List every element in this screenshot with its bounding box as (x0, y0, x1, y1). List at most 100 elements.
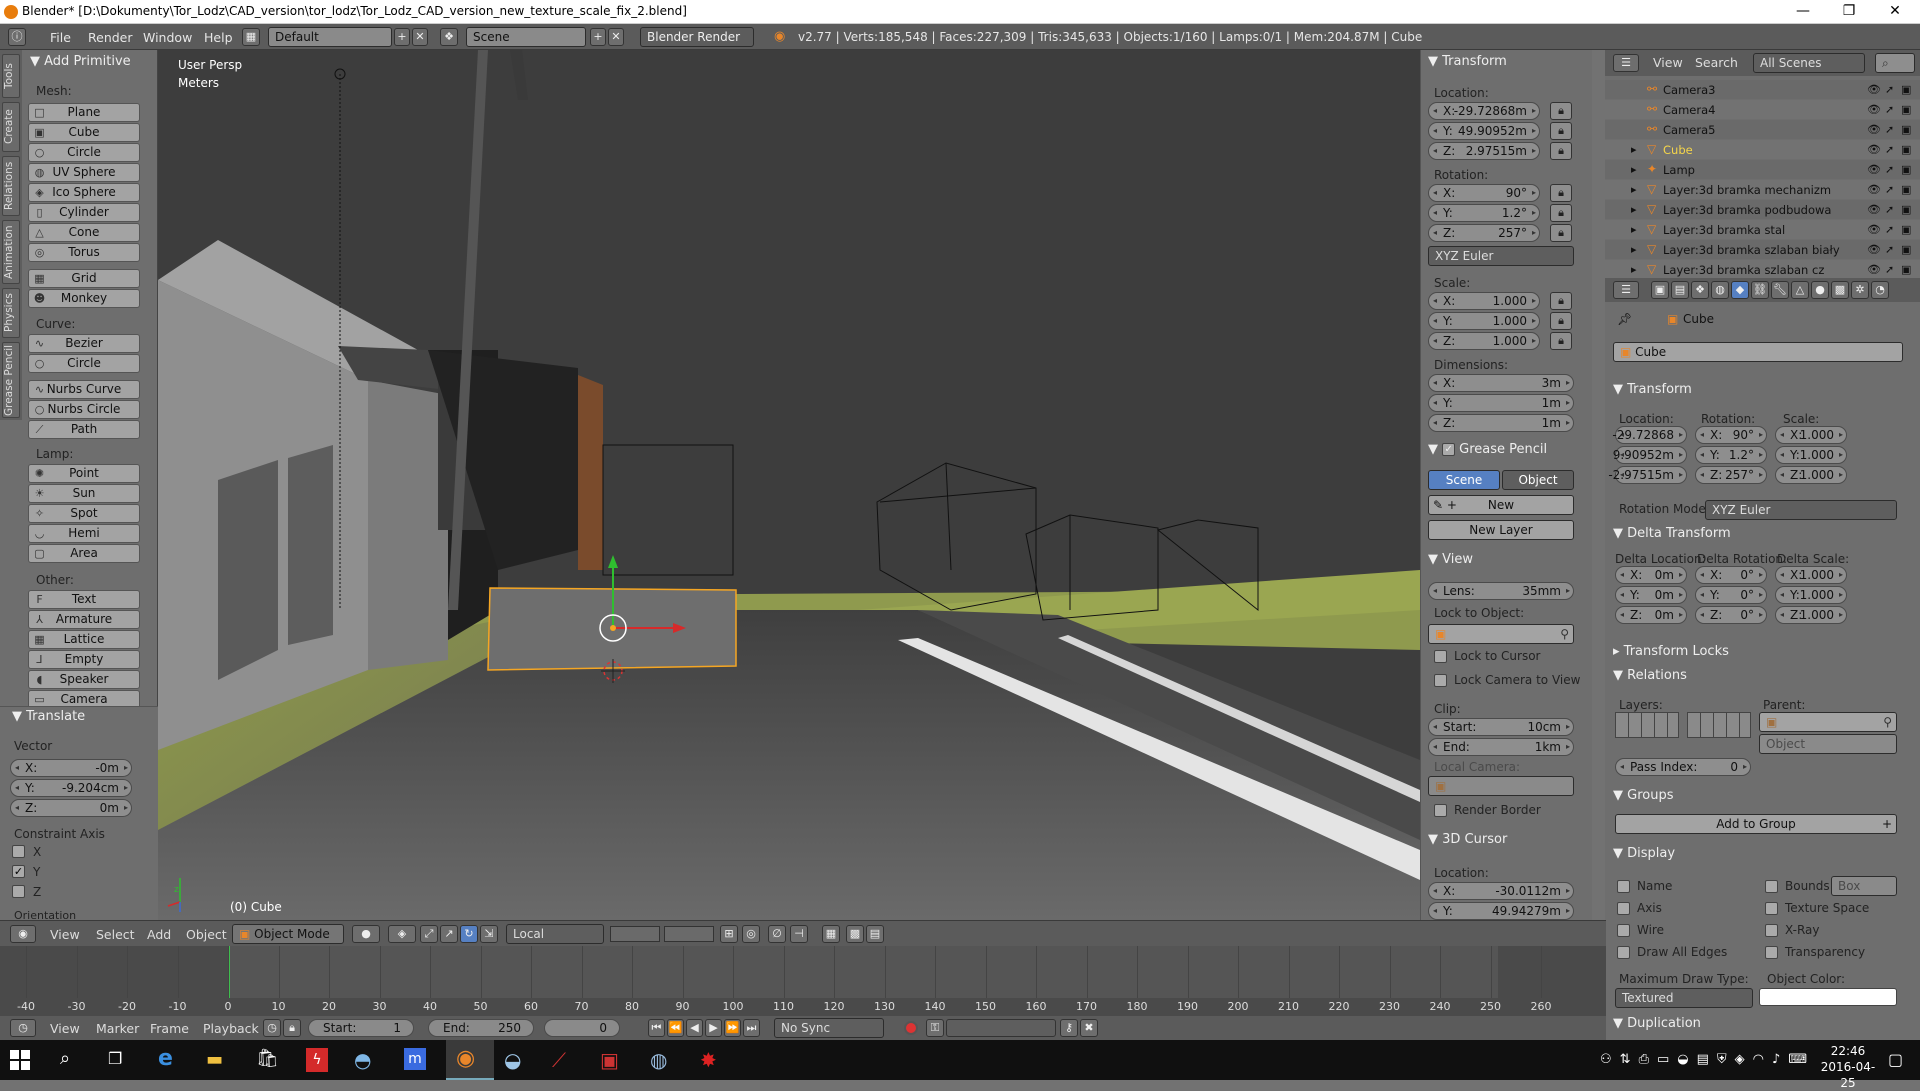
steam-tray-icon[interactable]: ◒ (1677, 1052, 1688, 1070)
visibility-eye-icon[interactable]: 👁︎ (1867, 83, 1881, 96)
obj-location-z-field[interactable]: ◂ -2.97515m ▸ (1608, 466, 1687, 484)
manipulator-toggle-icon[interactable]: ⤢ (420, 925, 438, 943)
mode-select[interactable]: ▣ Object Mode (232, 924, 344, 944)
other-armature-button[interactable]: ⅄ Armature (28, 610, 140, 629)
view-header[interactable]: ▼ View (1428, 552, 1473, 567)
delete-layout-icon[interactable]: ✕ (412, 28, 428, 46)
other-lattice-button[interactable]: ▦ Lattice (28, 630, 140, 649)
dimension-x-field[interactable]: ◂ X: 3m ▸ (1428, 374, 1574, 392)
next-keyframe-icon[interactable]: ⏩ (724, 1019, 741, 1037)
lock-rotation-z-icon[interactable]: 🔒︎ (1550, 224, 1572, 242)
local-camera-field[interactable]: ▣ (1428, 776, 1574, 796)
object-name-field[interactable]: ▣ Cube (1613, 342, 1903, 362)
grease-toggle-icon[interactable]: ▤ (866, 925, 884, 943)
outliner-view-menu[interactable]: View (1653, 55, 1683, 70)
display-xray-checkbox[interactable] (1765, 924, 1778, 937)
renderable-camera-icon[interactable]: ▣ (1901, 123, 1911, 136)
selectable-cursor-icon[interactable]: ➚ (1885, 123, 1894, 136)
parent-type-select[interactable]: Object (1759, 734, 1897, 754)
3d-cursor-header[interactable]: ▼ 3D Cursor (1428, 832, 1507, 847)
scale-y-field[interactable]: ◂ Y: 1.000 ▸ (1428, 312, 1540, 330)
delete-keyframe-icon[interactable]: ✖ (1080, 1019, 1098, 1037)
tab-tools[interactable]: Tools (2, 54, 20, 98)
obj-rotation-y-field[interactable]: ◂ Y: 1.2° ▸ (1695, 446, 1767, 464)
timeline-editor-icon[interactable]: ◷ (10, 1019, 36, 1037)
expand-icon[interactable]: ▸ (1631, 183, 1637, 196)
location-z-field[interactable]: ◂ Z: 2.97515m ▸ (1428, 142, 1540, 160)
constraint-x-checkbox[interactable] (12, 845, 25, 858)
snap-icon[interactable]: ∅ (768, 925, 786, 943)
editor-type-icon[interactable]: ⓘ (8, 28, 26, 46)
tab-grease-pencil[interactable]: Grease Pencil (2, 342, 20, 418)
expand-icon[interactable]: ▸ (1631, 143, 1637, 156)
viewport-shading-icon[interactable]: ● (352, 925, 380, 943)
lock-location-z-icon[interactable]: 🔒︎ (1550, 142, 1572, 160)
outliner-row[interactable]: ⚯ Camera4 👁︎ ➚ ▣ (1605, 100, 1920, 119)
object-menu[interactable]: Object (186, 927, 227, 942)
lock-range-icon[interactable]: 🔒︎ (283, 1019, 301, 1037)
scene-layers-a[interactable] (610, 926, 660, 942)
obj-rotation-mode-select[interactable]: XYZ Euler (1705, 500, 1897, 520)
expand-icon[interactable]: ▸ (1631, 203, 1637, 216)
clip-start-field[interactable]: ◂ Start: 10cm ▸ (1428, 718, 1574, 736)
tab-relations[interactable]: Relations (2, 156, 20, 216)
play-reverse-icon[interactable]: ◀ (686, 1019, 703, 1037)
add-scene-icon[interactable]: + (590, 28, 606, 46)
end-frame-field[interactable]: End: 250 (428, 1019, 534, 1037)
add-primitive-header[interactable]: ▼ Add Primitive (30, 54, 131, 69)
grease-pencil-header[interactable]: ▼ ✓ Grease Pencil (1428, 442, 1547, 457)
relations-header[interactable]: ▼ Relations (1613, 668, 1687, 683)
selectable-cursor-icon[interactable]: ➚ (1885, 263, 1894, 276)
delta-scale-z-field[interactable]: ◂ Z: 1.000 ▸ (1775, 606, 1847, 624)
max-draw-type-select[interactable]: Textured (1615, 988, 1753, 1008)
renderable-camera-icon[interactable]: ▣ (1901, 83, 1911, 96)
operator-x-field[interactable]: ◂ X: -0m ▸ (10, 759, 132, 777)
dimension-y-field[interactable]: ◂ Y: 1m ▸ (1428, 394, 1574, 412)
start-frame-field[interactable]: Start: 1 (308, 1019, 414, 1037)
thunderbird-icon[interactable]: ◓ (354, 1048, 371, 1072)
outliner-row[interactable]: ▸ ▽ Layer:3d bramka szlaban cz 👁︎ ➚ ▣ (1605, 260, 1920, 279)
menu-help[interactable]: Help (204, 30, 233, 45)
maximize-button[interactable]: ❐ (1826, 0, 1872, 24)
keying-set-icon[interactable]: ⚿ (926, 1019, 944, 1037)
outliner-row[interactable]: ⚯ Camera3 👁︎ ➚ ▣ (1605, 80, 1920, 99)
outliner-row[interactable]: ▸ ▽ Layer:3d bramka mechanizm 👁︎ ➚ ▣ (1605, 180, 1920, 199)
lamp-point-button[interactable]: ✺ Point (28, 464, 140, 483)
delete-scene-icon[interactable]: ✕ (608, 28, 624, 46)
delta-rotation-y-field[interactable]: ◂ Y: 0° ▸ (1695, 586, 1767, 604)
insert-keyframe-icon[interactable]: ⚷ (1060, 1019, 1078, 1037)
material-tab-icon[interactable]: ● (1811, 281, 1829, 299)
mesh-grid-button[interactable]: ▦ Grid (28, 269, 140, 288)
search-icon[interactable]: ⌕ (60, 1048, 70, 1069)
flash-app-icon[interactable]: ϟ (306, 1048, 328, 1072)
delta-location-z-field[interactable]: ◂ Z: 0m ▸ (1615, 606, 1687, 624)
wifi-tray-icon[interactable]: ◠ (1753, 1052, 1764, 1070)
lock-location-x-icon[interactable]: 🔒︎ (1550, 102, 1572, 120)
obj-scale-z-field[interactable]: ◂ Z: 1.000 ▸ (1775, 466, 1847, 484)
gp-scene-button[interactable]: Scene (1428, 470, 1500, 490)
view-menu[interactable]: View (50, 927, 80, 942)
texture-tab-icon[interactable]: ▩ (1831, 281, 1849, 299)
renderable-camera-icon[interactable]: ▣ (1901, 183, 1911, 196)
game-icon[interactable]: ▣ (600, 1048, 619, 1072)
dimension-z-field[interactable]: ◂ Z: 1m ▸ (1428, 414, 1574, 432)
lamp-hemi-button[interactable]: ◡ Hemi (28, 524, 140, 543)
scene-field[interactable]: Scene (466, 27, 586, 47)
mesh-ico-sphere-button[interactable]: ◈ Ico Sphere (28, 183, 140, 202)
lens-field[interactable]: ◂ Lens: 35mm ▸ (1428, 582, 1574, 600)
obj-scale-y-field[interactable]: ◂ Y: 1.000 ▸ (1775, 446, 1847, 464)
proportional-edit-icon[interactable]: ◎ (742, 925, 760, 943)
layer-grid-b[interactable] (1687, 712, 1751, 738)
selectable-cursor-icon[interactable]: ➚ (1885, 183, 1894, 196)
display-axis-checkbox[interactable] (1617, 902, 1630, 915)
renderable-camera-icon[interactable]: ▣ (1901, 163, 1911, 176)
delta-rotation-x-field[interactable]: ◂ X: 0° ▸ (1695, 566, 1767, 584)
expand-icon[interactable]: ▸ (1631, 223, 1637, 236)
sync-mode-select[interactable]: No Sync (774, 1018, 884, 1038)
blender-taskbar-icon[interactable]: ◉ (456, 1046, 475, 1071)
outliner-display-select[interactable]: All Scenes (1753, 53, 1865, 73)
notifications-icon[interactable]: ▢ (1888, 1050, 1903, 1069)
expand-icon[interactable]: ▸ (1631, 263, 1637, 276)
outliner-row[interactable]: ▸ ▽ Layer:3d bramka stal 👁︎ ➚ ▣ (1605, 220, 1920, 239)
mesh-uv-sphere-button[interactable]: ◍ UV Sphere (28, 163, 140, 182)
